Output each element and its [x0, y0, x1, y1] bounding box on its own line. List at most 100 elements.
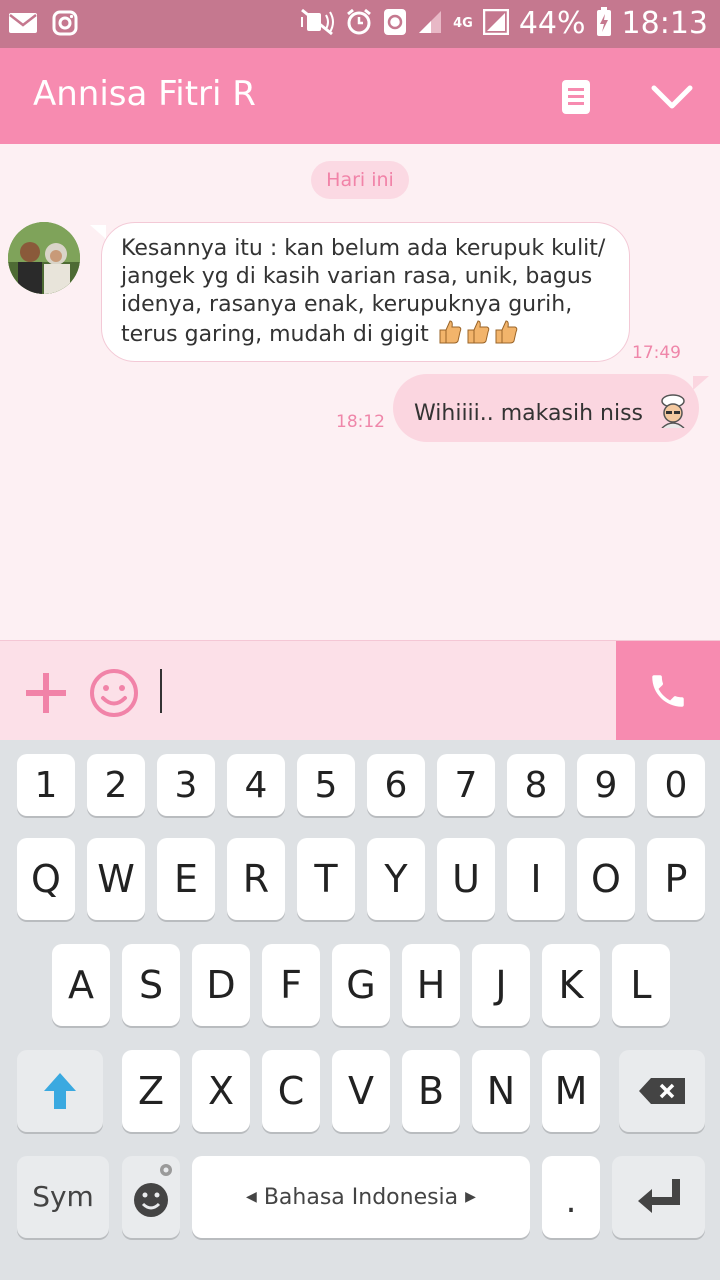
key-u[interactable]: U — [437, 838, 495, 920]
key-n[interactable]: N — [472, 1050, 530, 1132]
clock: 18:13 — [621, 6, 708, 41]
key-6[interactable]: 6 — [367, 754, 425, 816]
message-time: 17:49 — [632, 343, 681, 363]
chef-sticker-icon — [661, 394, 685, 429]
notes-button[interactable] — [558, 79, 594, 115]
key-c[interactable]: C — [262, 1050, 320, 1132]
contact-name[interactable]: Annisa Fitri R — [33, 74, 256, 114]
avatar[interactable] — [8, 222, 80, 294]
key-g[interactable]: G — [332, 944, 390, 1026]
thumbs-up-icon — [439, 320, 462, 344]
sym-label: Sym — [32, 1180, 94, 1213]
emoji-key[interactable] — [122, 1156, 180, 1238]
emoji-group — [438, 319, 518, 345]
key-0[interactable]: 0 — [647, 754, 705, 816]
language-label: Bahasa Indonesia — [263, 1185, 459, 1210]
key-o[interactable]: O — [577, 838, 635, 920]
thumbs-up-icon — [495, 320, 518, 344]
enter-icon — [637, 1179, 680, 1213]
signal-strength-icon — [482, 8, 510, 39]
status-right: 4G 44% 18:13 — [299, 6, 708, 41]
text-cursor — [160, 669, 162, 713]
message-line: jangek yg di kasih varian rasa, unik, ba… — [121, 264, 593, 289]
alarm-icon — [345, 8, 373, 40]
key-e[interactable]: E — [157, 838, 215, 920]
message-time: 18:12 — [336, 412, 385, 432]
key-w[interactable]: W — [87, 838, 145, 920]
call-button[interactable] — [616, 641, 720, 741]
key-3[interactable]: 3 — [157, 754, 215, 816]
key-y[interactable]: Y — [367, 838, 425, 920]
message-line: Kesannya itu : kan belum ada kerupuk kul… — [121, 236, 606, 261]
emoji-button[interactable] — [88, 667, 140, 719]
signal-icon — [417, 9, 443, 39]
enter-key[interactable] — [612, 1156, 705, 1238]
plus-icon — [26, 673, 66, 713]
collapse-button[interactable] — [650, 82, 694, 112]
key-4[interactable]: 4 — [227, 754, 285, 816]
phone-icon — [652, 675, 684, 707]
shift-key[interactable] — [17, 1050, 103, 1132]
key-9[interactable]: 9 — [577, 754, 635, 816]
keyboard: 1 2 3 4 5 6 7 8 9 0 Q W E R T Y U I O P … — [0, 740, 720, 1280]
chat-area[interactable]: Hari ini Kesannya itu : kan belum ada ke… — [0, 144, 720, 640]
attach-button[interactable] — [24, 671, 68, 715]
key-p[interactable]: P — [647, 838, 705, 920]
input-bar — [0, 640, 720, 741]
key-r[interactable]: R — [227, 838, 285, 920]
key-z[interactable]: Z — [122, 1050, 180, 1132]
shift-icon — [44, 1073, 76, 1109]
left-arrow-icon: ◀ — [246, 1189, 257, 1205]
outgoing-message[interactable]: Wihiiii.. makasih niss — [393, 374, 709, 442]
key-a[interactable]: A — [52, 944, 110, 1026]
key-b[interactable]: B — [402, 1050, 460, 1132]
key-1[interactable]: 1 — [17, 754, 75, 816]
key-2[interactable]: 2 — [87, 754, 145, 816]
message-input[interactable] — [156, 669, 600, 719]
thumbs-up-icon — [467, 320, 490, 344]
period-label: . — [565, 1181, 577, 1221]
status-left — [8, 10, 78, 40]
key-d[interactable]: D — [192, 944, 250, 1026]
sym-key[interactable]: Sym — [17, 1156, 109, 1238]
key-f[interactable]: F — [262, 944, 320, 1026]
emoji-settings-icon — [134, 1164, 172, 1217]
key-5[interactable]: 5 — [297, 754, 355, 816]
key-s[interactable]: S — [122, 944, 180, 1026]
battery-icon — [596, 6, 612, 41]
key-h[interactable]: H — [402, 944, 460, 1026]
key-l[interactable]: L — [612, 944, 670, 1026]
mail-icon — [8, 10, 38, 40]
key-q[interactable]: Q — [17, 838, 75, 920]
notes-icon — [562, 80, 590, 114]
key-i[interactable]: I — [507, 838, 565, 920]
app-bar: Annisa Fitri R — [0, 48, 720, 144]
sync-icon — [383, 8, 407, 40]
chevron-down-icon — [651, 85, 693, 109]
space-key[interactable]: ◀ Bahasa Indonesia ▶ — [192, 1156, 530, 1238]
battery-percent: 44% — [518, 6, 586, 41]
date-separator: Hari ini — [311, 161, 409, 199]
mute-icon — [299, 7, 335, 41]
period-key[interactable]: . — [542, 1156, 600, 1238]
message-text: Wihiiii.. makasih niss — [414, 401, 643, 426]
incoming-message[interactable]: Kesannya itu : kan belum ada kerupuk kul… — [90, 222, 630, 362]
right-arrow-icon: ▶ — [465, 1189, 476, 1205]
key-v[interactable]: V — [332, 1050, 390, 1132]
smiley-icon — [90, 669, 138, 717]
key-m[interactable]: M — [542, 1050, 600, 1132]
key-x[interactable]: X — [192, 1050, 250, 1132]
key-7[interactable]: 7 — [437, 754, 495, 816]
message-line-last: terus garing, mudah di gigit — [121, 319, 611, 349]
network-type: 4G — [453, 16, 473, 31]
key-8[interactable]: 8 — [507, 754, 565, 816]
message-line: terus garing, mudah di gigit — [121, 322, 429, 347]
backspace-icon — [639, 1078, 685, 1104]
key-k[interactable]: K — [542, 944, 600, 1026]
message-line: idenya, rasanya enak, kerupuknya gurih, — [121, 292, 573, 317]
status-bar: 4G 44% 18:13 — [0, 0, 720, 48]
key-j[interactable]: J — [472, 944, 530, 1026]
backspace-key[interactable] — [619, 1050, 705, 1132]
key-t[interactable]: T — [297, 838, 355, 920]
space-label: ◀ Bahasa Indonesia ▶ — [246, 1185, 476, 1210]
